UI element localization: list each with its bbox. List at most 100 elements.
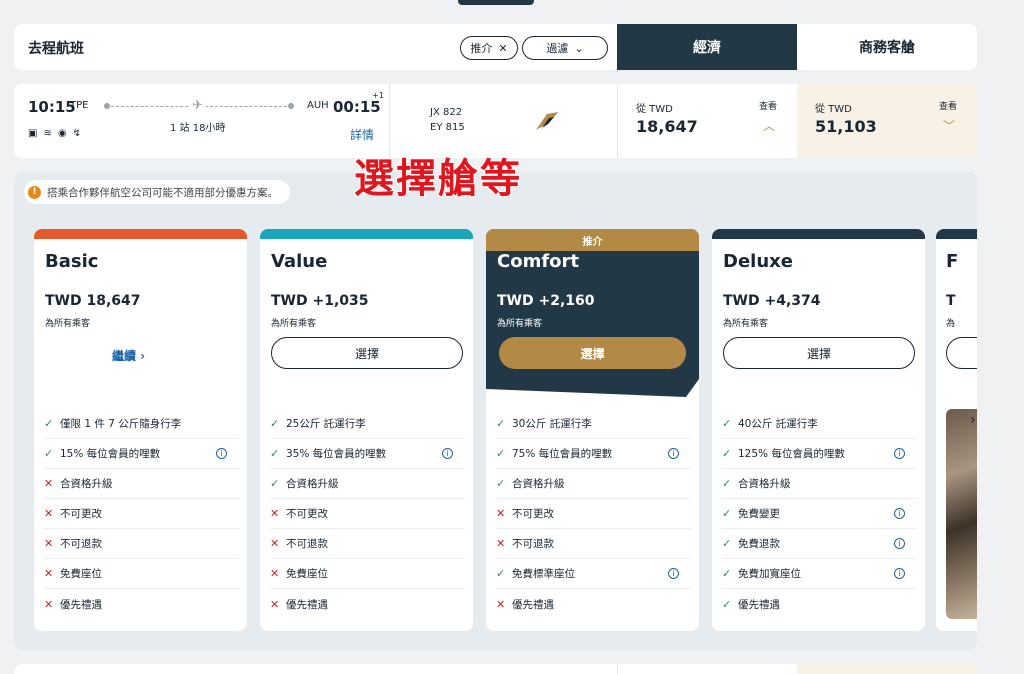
feature-list: ✓ 僅限 1 件 7 公斤隨身行李 ✓ 15% 每位會員的哩數 i ✕ 合資格升級 ✕ 不可更改… [44, 409, 239, 619]
info-icon[interactable]: i [894, 568, 905, 579]
fare-name: F [946, 251, 959, 272]
feature-text: 免費加寬座位 [738, 568, 801, 580]
feature-item: ✓ 免費標準座位 i [496, 559, 691, 589]
tab-economy[interactable]: 經濟 [617, 24, 797, 70]
power-icon: ↯ [72, 128, 81, 139]
feature-item: ✓ 125% 每位會員的哩數 i [722, 439, 917, 469]
cross-icon: ✕ [270, 597, 280, 611]
cross-icon: ✕ [496, 537, 506, 550]
check-icon: ✓ [722, 597, 732, 611]
filter-button[interactable]: 過濾 ⌄ [522, 36, 608, 60]
info-icon[interactable]: i [668, 568, 679, 579]
feature-text: 免費變更 [738, 508, 780, 520]
business-price-cell[interactable]: 從 TWD 51,103 查看 ﹀ [797, 84, 977, 158]
feature-text: 35% 每位會員的哩數 [286, 448, 387, 460]
check-icon: ✓ [270, 417, 280, 430]
fare-name: Comfort [497, 251, 580, 272]
feature-text: 優先禮遇 [286, 598, 328, 611]
feature-item: ✕ 合資格升級 [44, 469, 239, 499]
feature-list: ✓ 40公斤 託運行李 ✓ 125% 每位會員的哩數 i ✓ 合資格升級 ✓ 免費變更 i ✓ 免費退… [722, 409, 917, 619]
outbound-header: 去程航班 推介 ✕ 過濾 ⌄ 經濟 商務客艙 [14, 24, 977, 70]
feature-item: ✕ 不可更改 [496, 499, 691, 529]
select-button[interactable]: 選擇 [723, 337, 915, 369]
top-tab-indicator [458, 0, 534, 5]
feature-item: ✕ 不可更改 [44, 499, 239, 529]
feature-item: ✓ 15% 每位會員的哩數 i [44, 439, 239, 469]
feature-item: ✓ 40公斤 託運行李 [722, 409, 917, 439]
next-flight-row [14, 664, 977, 674]
feature-item: ✓ 僅限 1 件 7 公斤隨身行李 [44, 409, 239, 439]
feature-item: ✓ 合資格升級 [496, 469, 691, 499]
arrival-time: 00:15 [333, 98, 381, 116]
business-view-label: 查看 [938, 102, 957, 112]
cabin-photo [946, 409, 977, 619]
feature-item: ✕ 不可退款 [44, 529, 239, 559]
usb-icon: ◉ [57, 128, 67, 139]
feature-text: 合資格升級 [512, 478, 565, 490]
check-icon: ✓ [722, 417, 732, 430]
fare-card-partial: F T 為 [936, 229, 977, 631]
plane-icon: ✈ [189, 98, 206, 113]
cross-icon: ✕ [270, 537, 280, 550]
close-icon[interactable]: ✕ [498, 42, 507, 55]
feature-text: 40公斤 託運行李 [738, 418, 818, 430]
fare-price: TWD 18,647 [45, 293, 141, 309]
info-icon[interactable]: i [894, 448, 905, 459]
feature-item: ✓ 合資格升級 [270, 469, 465, 499]
wifi-icon: ≋ [43, 128, 52, 139]
fare-card-comfort: 推介 Comfort TWD +2,160 為所有乘客 選擇 ✓ 30公斤 託運行… [486, 229, 699, 631]
next-economy-cell [617, 664, 797, 674]
feature-text: 不可退款 [60, 538, 102, 550]
fare-sub: 為所有乘客 [723, 319, 769, 329]
info-icon[interactable]: i [216, 448, 227, 459]
cross-icon: ✕ [496, 597, 506, 611]
filter-label: 過濾 [546, 42, 569, 55]
info-icon[interactable]: i [894, 508, 905, 519]
recommend-sort-chip[interactable]: 推介 ✕ [460, 36, 518, 60]
fare-price: TWD +2,160 [497, 293, 595, 309]
feature-text: 優先禮遇 [60, 598, 102, 611]
fare-price: TWD +1,035 [271, 293, 369, 309]
select-button[interactable]: 選擇 [499, 337, 686, 369]
feature-item: ✓ 25公斤 託運行李 [270, 409, 465, 439]
continue-button[interactable]: 繼續 › [112, 347, 145, 364]
select-button[interactable]: 選擇 [271, 337, 463, 369]
feature-text: 合資格升級 [738, 478, 791, 490]
feature-item: ✓ 優先禮遇 [722, 589, 917, 619]
feature-text: 125% 每位會員的哩數 [738, 448, 845, 460]
economy-price-cell[interactable]: 從 TWD 18,647 查看 ︿ [617, 84, 797, 158]
business-from-label: 從 TWD [815, 104, 852, 115]
select-button[interactable] [946, 337, 977, 369]
fare-card-basic: Basic TWD 18,647 為所有乘客 繼續 › ✓ 僅限 1 件 7 公斤… [34, 229, 247, 631]
chevron-up-icon: ︿ [762, 119, 775, 133]
info-icon[interactable]: i [894, 538, 905, 549]
feature-item: ✕ 免費座位 [270, 559, 465, 589]
info-icon[interactable]: i [442, 448, 453, 459]
feature-text: 免費退款 [738, 538, 780, 550]
flight-details-link[interactable]: 詳情 [350, 126, 374, 143]
check-icon: ✓ [270, 447, 280, 460]
feature-text: 優先禮遇 [738, 598, 780, 611]
tab-business[interactable]: 商務客艙 [797, 24, 977, 70]
fare-color-bar [34, 229, 247, 239]
check-icon: ✓ [496, 417, 506, 430]
feature-text: 25公斤 託運行李 [286, 418, 366, 430]
flight-number-2: EY 815 [430, 122, 465, 133]
flight-number-1: JX 822 [430, 107, 463, 118]
feature-text: 不可退款 [286, 538, 328, 550]
cross-icon: ✕ [496, 507, 506, 520]
feature-item: ✕ 不可更改 [270, 499, 465, 529]
chevron-down-icon: ﹀ [942, 119, 955, 133]
recommend-chip-label: 推介 [470, 42, 493, 55]
feature-item: ✕ 免費座位 [44, 559, 239, 589]
chevron-right-icon[interactable]: › [970, 412, 976, 428]
fare-sub: 為 [946, 319, 956, 329]
check-icon: ✓ [44, 417, 54, 430]
feature-text: 不可更改 [60, 508, 102, 520]
departure-time: 10:15 [28, 98, 76, 116]
tv-icon: ▣ [28, 128, 38, 139]
fare-price: TWD +4,374 [723, 293, 821, 309]
cross-icon: ✕ [44, 537, 54, 550]
info-icon[interactable]: i [668, 448, 679, 459]
route-end-dot [288, 103, 294, 109]
